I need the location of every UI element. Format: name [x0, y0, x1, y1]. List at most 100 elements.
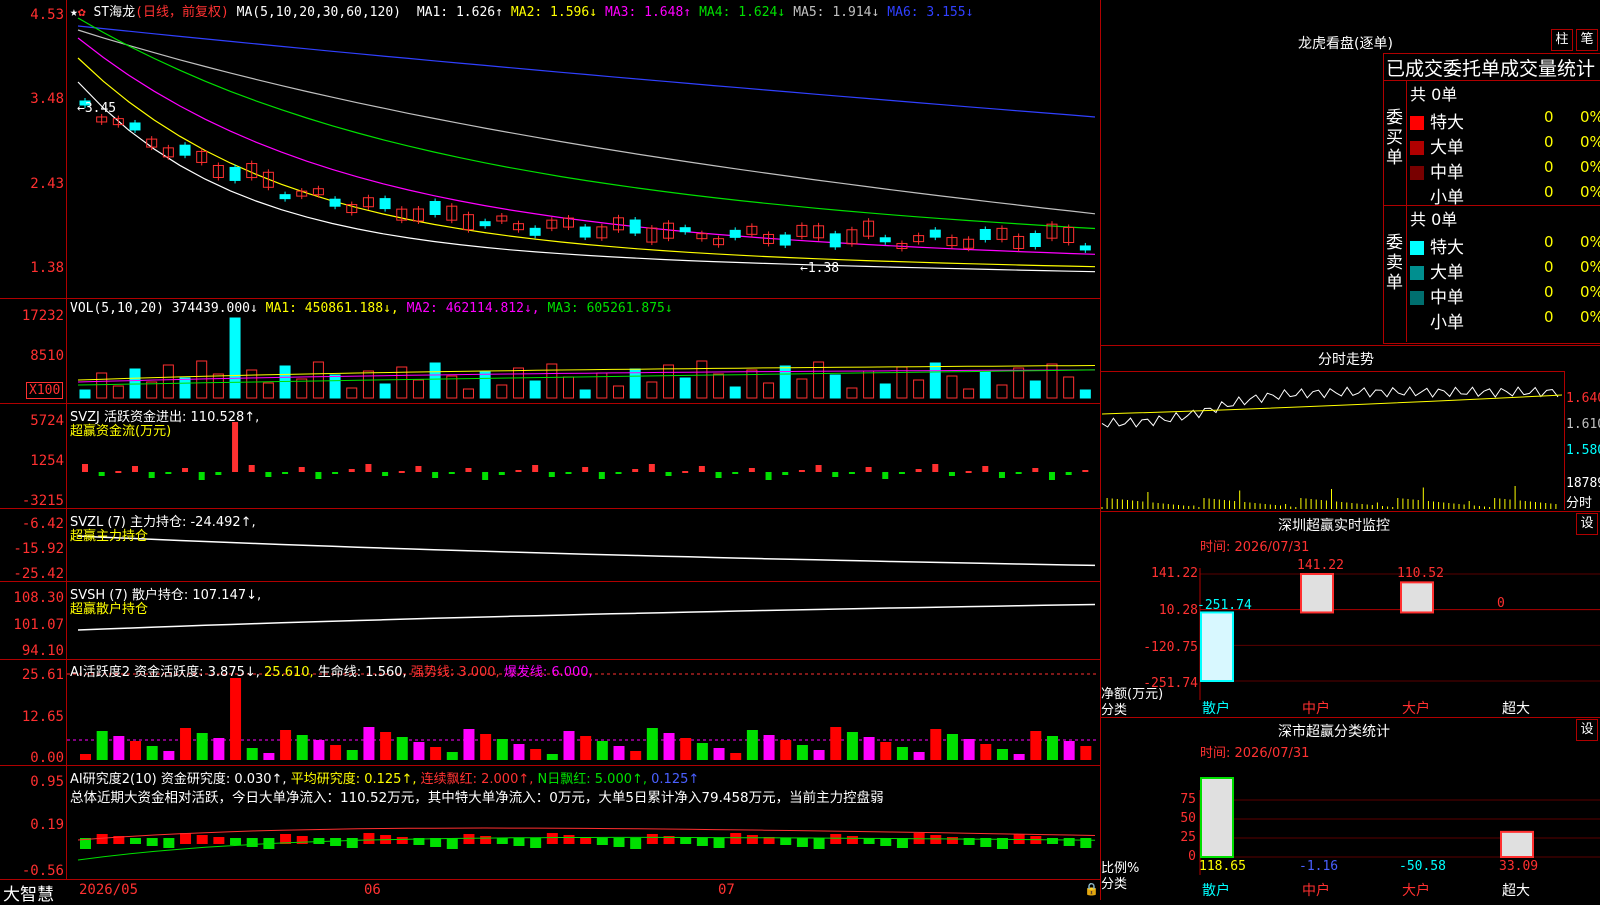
vol-ma1: MA1: 450861.188↓, — [265, 301, 399, 316]
volume-bar — [1079, 389, 1091, 399]
fund-flow-bar — [348, 469, 355, 472]
activity-bar — [996, 749, 1008, 760]
fund-flow-bar — [998, 472, 1005, 478]
fund-flow-bar — [448, 472, 455, 474]
volume-bar — [829, 374, 841, 399]
research-bar — [596, 838, 608, 845]
tick-view-button[interactable]: 笔 — [1576, 29, 1598, 51]
high-price-marker: ←3.45 — [77, 101, 117, 116]
bar-view-button[interactable]: 柱 — [1551, 29, 1573, 51]
monitor-bar[interactable] — [1300, 573, 1334, 614]
activity-bar — [213, 738, 225, 760]
fund-flow-bar — [282, 472, 289, 474]
activity-bar — [530, 749, 542, 760]
price-tick: 4.53 — [30, 7, 64, 23]
fund-flow-bar — [915, 469, 922, 472]
volume-bar — [396, 366, 408, 399]
monitor-value: 141.22 — [1297, 558, 1344, 573]
fund-flow-bar — [148, 472, 155, 478]
legend-swatch — [1410, 266, 1424, 280]
candle[interactable] — [829, 233, 841, 248]
monitor-bar[interactable] — [1200, 611, 1234, 682]
ma-line — [77, 17, 1096, 230]
volume-bar — [713, 373, 725, 399]
low-price-marker: ←1.38 — [800, 261, 840, 276]
order-volume: 0 — [1544, 108, 1554, 126]
candle[interactable] — [329, 198, 341, 207]
candle[interactable] — [879, 237, 891, 243]
candle[interactable] — [429, 201, 441, 216]
candle[interactable] — [1029, 233, 1041, 248]
research-bar — [563, 835, 575, 844]
ai-activity-value: AI活跃度2 资金活跃度: 3.875↓, — [70, 665, 260, 680]
fund-flow-bar — [865, 467, 872, 472]
fund-flow-bar — [382, 472, 389, 476]
class-tick: 0 — [1188, 849, 1196, 864]
research-bar — [730, 833, 742, 844]
ma-value: MA1: 1.626↑ — [416, 5, 503, 20]
intraday-chart[interactable] — [1100, 371, 1565, 510]
fund-flow-bar — [948, 472, 955, 476]
candle[interactable] — [479, 221, 491, 227]
favorite-star-icon[interactable]: ★ — [70, 5, 78, 20]
candle[interactable] — [279, 194, 291, 200]
order-size-label: 大单 — [1430, 263, 1464, 283]
activity-bar — [230, 678, 242, 760]
chart-period[interactable]: (日线，前复权) — [135, 5, 229, 20]
candle[interactable] — [229, 166, 241, 181]
research-bar — [696, 838, 708, 846]
monitor-bar[interactable] — [1400, 581, 1434, 614]
order-size-label: 中单 — [1430, 163, 1464, 183]
app-logo: 大智慧 — [3, 885, 54, 905]
monitor-tick: 141.22 — [1151, 566, 1198, 581]
volume-bar — [79, 389, 91, 399]
class-settings-button[interactable]: 设 — [1576, 719, 1598, 741]
candle[interactable] — [679, 227, 691, 233]
ai-activity-tick: 12.65 — [21, 709, 64, 725]
activity-bar — [196, 733, 208, 760]
monitor-settings-button[interactable]: 设 — [1576, 513, 1598, 535]
info-icon[interactable]: ✿ — [78, 5, 86, 20]
activity-bar — [496, 739, 508, 760]
activity-bar — [563, 731, 575, 760]
candle[interactable] — [1079, 245, 1091, 251]
volume-bar — [729, 386, 741, 399]
order-percent: 0% — [1580, 233, 1600, 251]
candle[interactable] — [729, 229, 741, 238]
research-bar — [463, 834, 475, 844]
candle[interactable] — [129, 122, 141, 131]
volume-bar — [679, 377, 691, 399]
candle[interactable] — [929, 229, 941, 238]
class-bar[interactable] — [1200, 777, 1234, 858]
sell-row: 小单 0 0% — [1410, 308, 1600, 333]
candle[interactable] — [379, 198, 391, 210]
activity-bar — [630, 751, 642, 760]
ma-value: MA5: 1.914↓ — [793, 5, 880, 20]
fund-flow-bar — [732, 472, 739, 474]
class-bar[interactable] — [1500, 830, 1534, 859]
activity-bar — [880, 742, 892, 760]
activity-bar — [780, 740, 792, 760]
activity-bar — [446, 752, 458, 760]
research-bar — [180, 833, 192, 844]
intraday-title: 分时走势 — [1318, 352, 1374, 368]
vol-unit-button[interactable]: X100 — [26, 382, 64, 399]
research-bar — [96, 834, 108, 844]
sell-orders-label: 委卖单 — [1386, 233, 1403, 293]
lock-icon[interactable]: 🔒 — [1084, 882, 1099, 896]
activity-bar — [280, 730, 292, 760]
candle[interactable] — [779, 234, 791, 246]
candle[interactable] — [979, 228, 991, 240]
candle[interactable] — [579, 226, 591, 238]
class-category: 超大 — [1502, 883, 1530, 899]
volume-bar — [112, 385, 124, 399]
candle[interactable] — [179, 144, 191, 156]
ai-research-extra: 0.125↑ — [651, 772, 700, 787]
volume-bar — [963, 388, 975, 399]
candle[interactable] — [629, 219, 641, 234]
candle[interactable] — [529, 227, 541, 236]
ai-research-nday: N日飘红: 5.000↑, — [537, 772, 648, 787]
activity-bar — [1046, 736, 1058, 760]
stats-divider — [1406, 80, 1407, 342]
ai-lifeline: 生命线: 1.560, — [317, 665, 407, 680]
